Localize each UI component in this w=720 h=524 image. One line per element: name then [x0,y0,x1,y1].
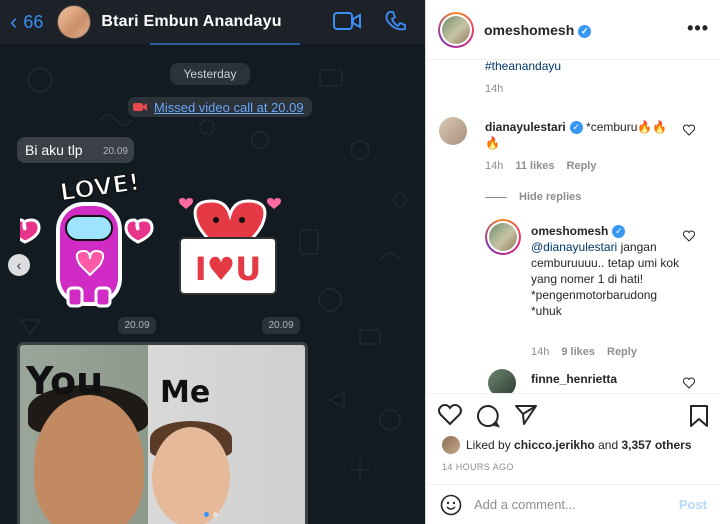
carousel-dot-active [204,512,209,517]
reply-meta: 14h 9 likes Reply [531,346,637,358]
comment-time: 14h [485,160,504,172]
liked-by-count[interactable]: 3,357 others [621,438,691,452]
comment-meta: 14h 11 likes Reply [485,160,596,172]
carousel-dot [213,512,218,517]
author-username-text: omeshomesh [484,21,575,38]
post-comment-button[interactable]: Post [679,497,707,512]
like-reply2-icon[interactable] [683,377,695,389]
missed-video-call-icon [133,103,147,111]
comment-likes[interactable]: 11 likes [515,160,554,172]
author-username[interactable]: omeshomesh ✓ [484,21,592,38]
share-icon[interactable] [514,404,538,426]
contact-name[interactable]: Btari Embun Anandayu [101,13,281,31]
more-options-icon[interactable]: ••• [687,18,709,39]
message-time: 20.09 [102,146,128,157]
commenter-username[interactable]: dianayulestari [485,120,566,134]
reply-username[interactable]: omeshomesh [531,224,608,238]
carousel-indicator [204,512,218,517]
emoji-icon[interactable] [440,494,462,516]
i-love-u-sticker[interactable]: I♥U [168,180,288,300]
liked-by[interactable]: Liked by chicco.jerikho and 3,357 others [442,436,692,454]
sticker-iloveu-text: I♥U [195,250,262,288]
photo-label-you: You [26,359,104,403]
reply-likes[interactable]: 9 likes [561,346,595,358]
photo-baby [152,427,230,524]
hide-replies-label: Hide replies [519,191,582,203]
video-call-icon[interactable] [333,10,361,32]
missed-call-label: Missed video call at 20.09 [154,99,304,115]
phone-call-icon[interactable] [385,10,407,32]
reply-body: omeshomesh ✓ @dianayulestari jangan cembu… [531,223,681,319]
like-comment-icon[interactable] [683,124,695,136]
reply2-username[interactable]: finne_henrietta [531,372,617,386]
reply-time: 14h [531,346,550,358]
liked-by-avatar [442,436,460,454]
chevron-left-icon: ‹ [10,9,18,34]
comments-section[interactable]: #theanandayu 14h dianayulestari ✓ *cembur… [426,61,720,393]
message-text: Bi aku tlp [25,142,83,158]
sticker-time-2: 20.09 [262,317,300,334]
post-image[interactable]: ‹ 66 Btari Embun Anandayu Yesterday Miss… [0,0,425,524]
reply-mention[interactable]: @dianayulestari [531,240,617,254]
reply-reply-button[interactable]: Reply [607,346,637,358]
bookmark-icon[interactable] [689,404,709,428]
post-side-panel: omeshomesh ✓ ••• #theanandayu 14h dianayu… [425,0,720,524]
header-divider [150,43,300,45]
reply-button[interactable]: Reply [567,160,597,172]
liked-by-user[interactable]: chicco.jerikho [514,438,595,452]
missed-call-notice[interactable]: Missed video call at 20.09 [128,97,312,117]
screen: ‹ 66 Btari Embun Anandayu Yesterday Miss… [0,0,720,524]
liked-by-and: and [598,438,619,452]
like-reply-icon[interactable] [683,230,695,242]
comment-input[interactable]: Add a comment... [474,497,679,512]
verified-badge-icon: ✓ [578,24,592,38]
like-icon[interactable] [438,404,462,426]
photo-man [34,395,144,524]
post-actions: Liked by chicco.jerikho and 3,357 others… [426,393,720,483]
photo-label-me: Me [160,375,211,410]
love-among-us-sticker[interactable]: LOVE! [20,170,155,310]
caption-hashtag[interactable]: #theanandayu [485,61,561,73]
reply2-body: finne_henrietta [531,371,617,387]
contact-avatar[interactable] [57,5,92,39]
reply-author-avatar-image [489,223,517,251]
author-avatar[interactable] [438,11,474,48]
post-header: omeshomesh ✓ ••• [426,0,720,60]
message-bubble[interactable]: Bi aku tlp 20.09 [17,137,134,163]
verified-badge-icon: ✓ [569,121,583,134]
hide-replies-line [485,196,507,198]
sticker-time-1: 20.09 [118,317,156,334]
post-timestamp: 14 HOURS AGO [442,462,514,472]
caption-time: 14h [485,83,504,95]
reply2-avatar[interactable] [488,369,516,393]
liked-by-prefix: Liked by [466,438,511,452]
author-avatar-image [442,15,470,44]
shared-photo[interactable]: You Me [17,342,308,524]
back-button[interactable]: ‹ 66 [10,9,43,35]
chat-header: ‹ 66 Btari Embun Anandayu [0,0,425,45]
verified-badge-icon: ✓ [612,225,626,238]
date-separator: Yesterday [170,63,250,85]
add-comment-bar: Add a comment... Post [426,484,720,524]
back-unread-count: 66 [23,11,44,32]
commenter-avatar[interactable] [439,117,467,145]
hide-replies-button[interactable]: Hide replies [485,191,581,203]
comment-body: dianayulestari ✓ *cemburu🔥🔥🔥 [485,119,681,151]
sticker-love-text: LOVE! [58,170,141,207]
reply-author-avatar[interactable] [485,219,521,255]
comment-icon[interactable] [476,404,500,428]
